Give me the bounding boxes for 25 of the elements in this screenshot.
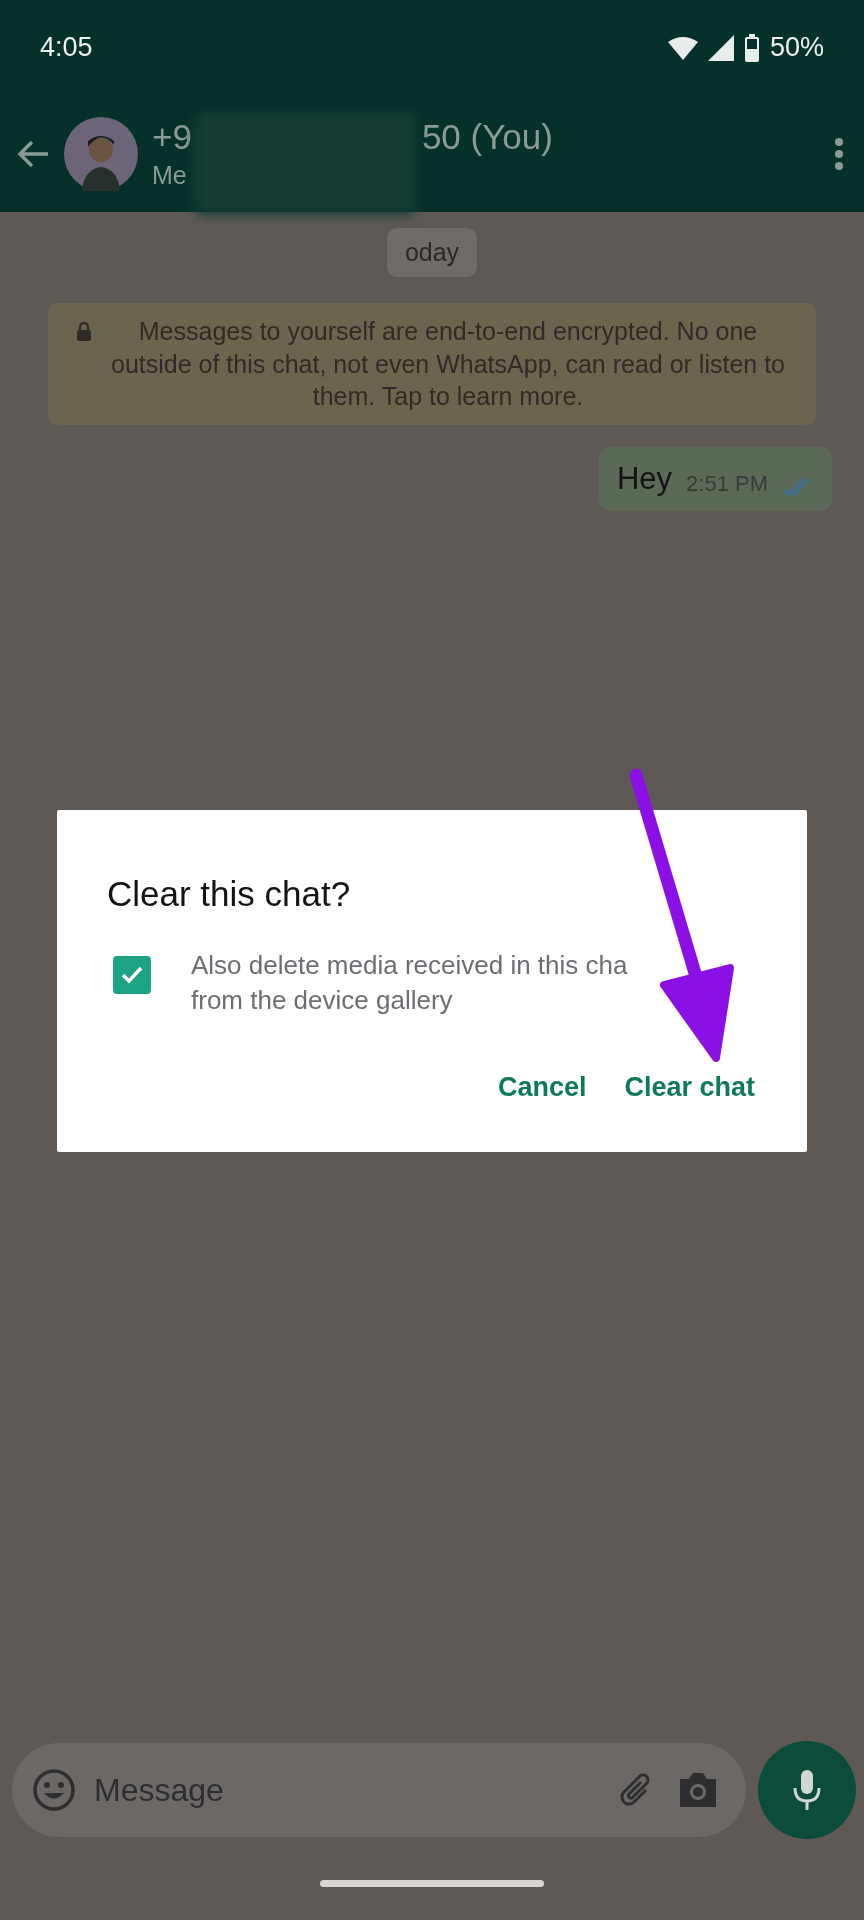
contact-name: +9 xyxy=(152,117,192,157)
lock-icon xyxy=(76,321,92,341)
date-chip: oday xyxy=(386,228,478,277)
signal-icon xyxy=(707,34,734,61)
contact-status: Me xyxy=(152,161,188,190)
emoji-icon[interactable] xyxy=(32,1768,76,1812)
status-time: 4:05 xyxy=(40,32,93,63)
message-field[interactable]: Message xyxy=(12,1743,746,1837)
back-arrow-icon[interactable] xyxy=(16,138,50,169)
message-input[interactable]: Message xyxy=(92,1770,600,1810)
more-options-icon[interactable] xyxy=(834,136,844,171)
microphone-icon xyxy=(792,1768,822,1812)
battery-level: 50% xyxy=(769,32,824,63)
notice-text: Messages to yourself are end-to-end encrypted. No one outside of this chat, not even WhatsApp, can read or listen to them. Tap to learn more. xyxy=(110,316,786,412)
checkbox[interactable] xyxy=(113,956,151,994)
home-handle[interactable] xyxy=(320,1879,544,1887)
message-text: Hey xyxy=(616,460,673,497)
checkbox-label: Also delete media received in this cha from the device gallery xyxy=(191,949,628,1018)
dialog-button[interactable]: Cancel xyxy=(493,1064,591,1112)
dialog-button[interactable]: Clear chat xyxy=(620,1064,759,1112)
dialog-title: Clear this chat? xyxy=(107,874,352,914)
contact-name: 50 (You) xyxy=(421,117,553,157)
wifi-icon xyxy=(667,35,698,60)
avatar-icon[interactable] xyxy=(64,116,138,191)
battery-icon xyxy=(743,33,760,62)
